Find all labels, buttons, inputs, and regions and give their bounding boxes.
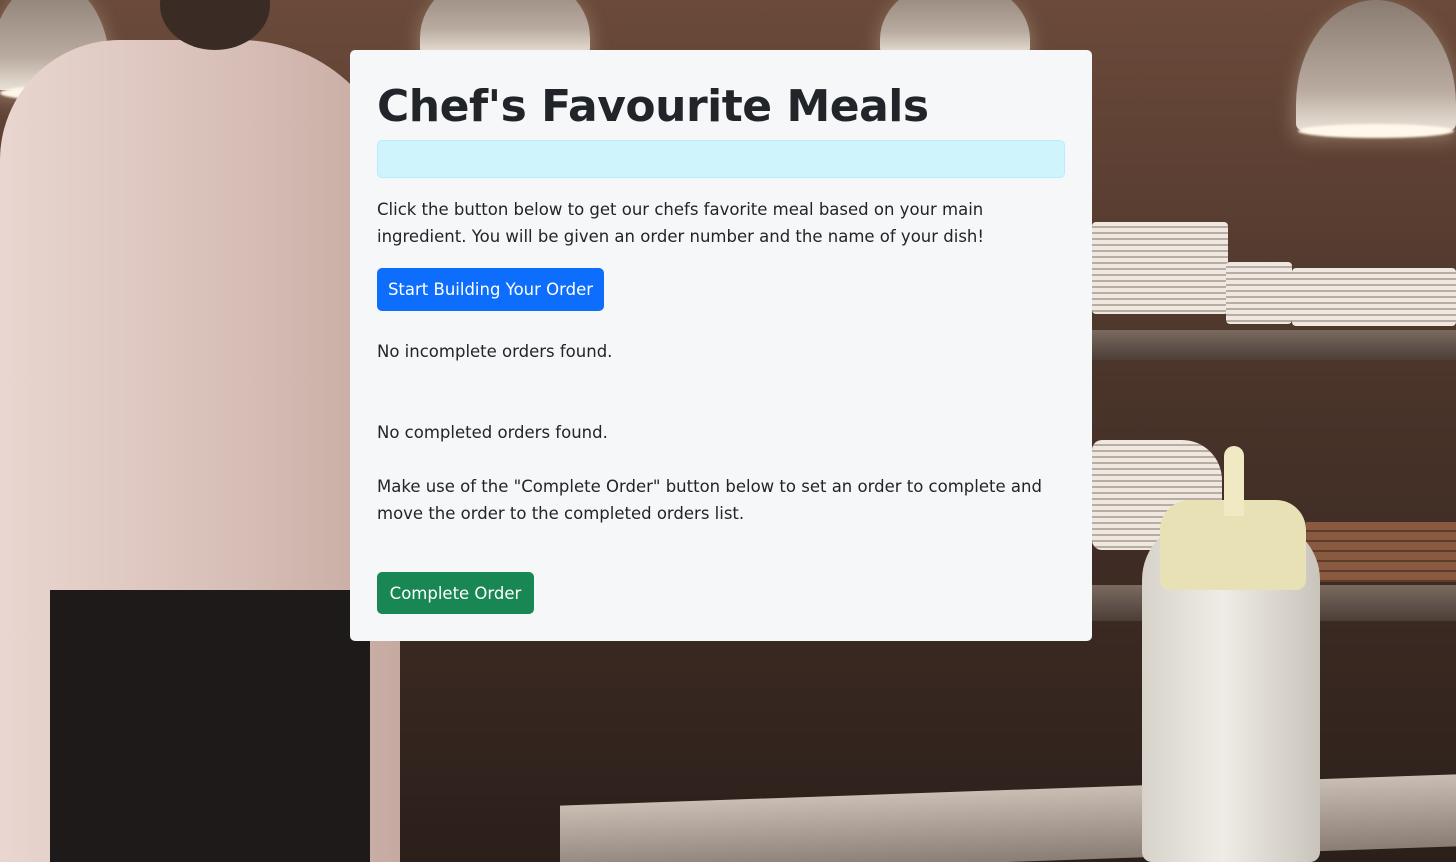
ceiling-lamp bbox=[880, 0, 1030, 54]
ceiling-lamp bbox=[420, 0, 590, 54]
complete-order-hint: Make use of the "Complete Order" button … bbox=[377, 477, 1042, 523]
order-card: Chef's Favourite Meals Click the button … bbox=[350, 50, 1092, 641]
board-stack bbox=[1306, 522, 1456, 582]
completed-orders-status: No completed orders found. bbox=[377, 423, 608, 442]
back-shelf bbox=[1090, 330, 1456, 360]
ceiling-lamp bbox=[1296, 0, 1456, 130]
incomplete-orders-status: No incomplete orders found. bbox=[377, 342, 613, 361]
plate-stack bbox=[1092, 222, 1228, 314]
intro-text: Click the button below to get our chefs … bbox=[377, 200, 985, 246]
chef-pants bbox=[50, 590, 370, 862]
plate-stack bbox=[1226, 262, 1292, 324]
lamp-light bbox=[1298, 124, 1454, 138]
plate-stack bbox=[1292, 268, 1456, 326]
counter-edge bbox=[560, 774, 1456, 862]
page-title: Chef's Favourite Meals bbox=[377, 81, 929, 132]
bottle-nozzle bbox=[1224, 446, 1244, 516]
start-building-order-button[interactable]: Start Building Your Order bbox=[377, 268, 604, 311]
info-alert bbox=[377, 140, 1065, 178]
complete-order-button[interactable]: Complete Order bbox=[377, 572, 534, 614]
